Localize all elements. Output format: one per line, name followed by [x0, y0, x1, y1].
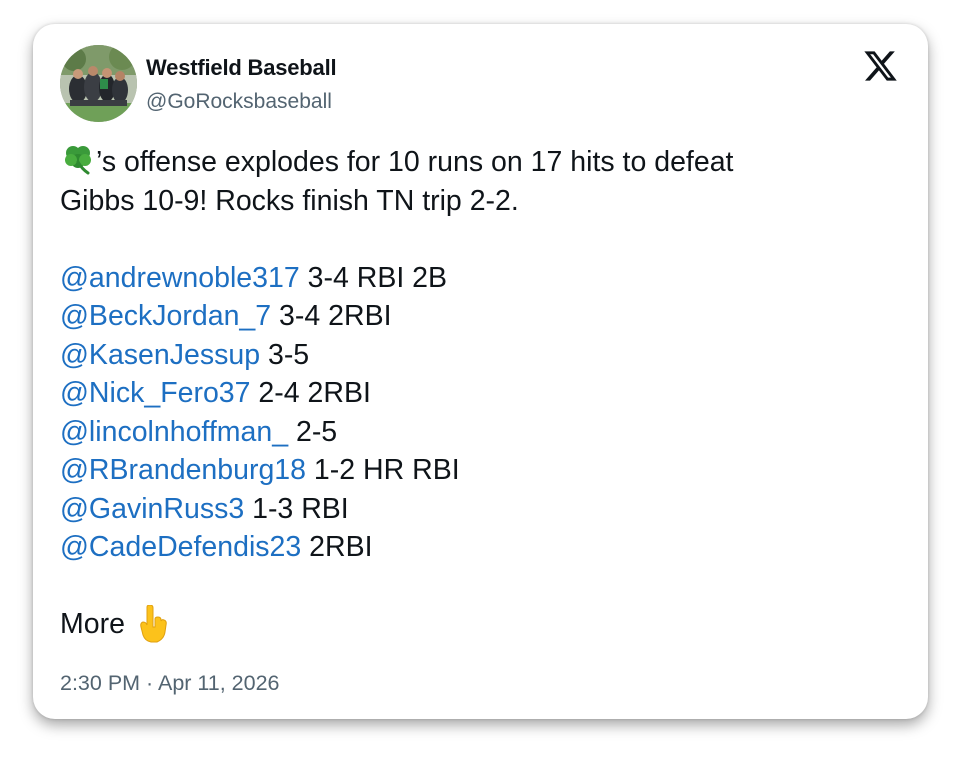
mention-link[interactable]: @lincolnhoffman_ [60, 416, 288, 448]
stat-text: 1-3 RBI [244, 492, 349, 525]
shamrock-icon [60, 143, 96, 175]
post-card: Westfield Baseball @GoRocksbaseball ’s o… [33, 24, 928, 719]
stat-line: @RBrandenburg18 1-2 HR RBI [60, 451, 910, 490]
mention-link[interactable]: @andrewnoble317 [60, 262, 300, 294]
stat-line: @lincolnhoffman_ 2-5 [60, 413, 910, 452]
post-timestamp[interactable]: 2:30 PM · Apr 11, 2026 [60, 671, 280, 696]
stat-text: 3-4 RBI 2B [299, 261, 448, 294]
x-logo-icon[interactable] [862, 48, 899, 84]
post-intro-line-1: ’s offense explodes for 10 runs on 17 hi… [60, 143, 910, 182]
user-handle[interactable]: @GoRocksbaseball [146, 90, 332, 114]
stat-text: 2-4 2RBI [250, 377, 371, 409]
stat-line: @Nick_Fero37 2-4 2RBI [60, 374, 910, 413]
more-text: More [60, 608, 125, 640]
pointing-down-icon [135, 605, 169, 643]
stat-line: @CadeDefendis23 2RBI [60, 528, 910, 567]
mention-link[interactable]: @KasenJessup [60, 339, 260, 371]
stat-text: 2RBI [301, 531, 373, 563]
stat-text: 3-5 [260, 338, 310, 371]
stat-text: 2-5 [288, 415, 338, 448]
stat-line: @GavinRuss3 1-3 RBI [60, 490, 910, 529]
team-photo-avatar[interactable] [60, 45, 137, 122]
stat-line: @andrewnoble317 3-4 RBI 2B [60, 259, 910, 298]
stat-line: @KasenJessup 3-5 [60, 336, 910, 375]
mention-link[interactable]: @GavinRuss3 [60, 493, 244, 525]
mention-link[interactable]: @CadeDefendis23 [60, 531, 301, 563]
post-intro-line-2: Gibbs 10-9! Rocks finish TN trip 2-2. [60, 184, 519, 217]
stat-line: @BeckJordan_7 3-4 2RBI [60, 297, 910, 336]
mention-link[interactable]: @BeckJordan_7 [60, 300, 271, 332]
more-line: More [60, 605, 910, 644]
post-intro-text: ’s offense explodes for 10 runs on 17 hi… [96, 146, 734, 178]
post-body: ’s offense explodes for 10 runs on 17 hi… [60, 143, 910, 644]
stat-text: 1-2 HR RBI [306, 454, 460, 486]
display-name[interactable]: Westfield Baseball [146, 55, 337, 81]
mention-link[interactable]: @Nick_Fero37 [60, 377, 251, 409]
stat-text: 3-4 2RBI [271, 300, 392, 332]
mention-link[interactable]: @RBrandenburg18 [60, 454, 306, 486]
